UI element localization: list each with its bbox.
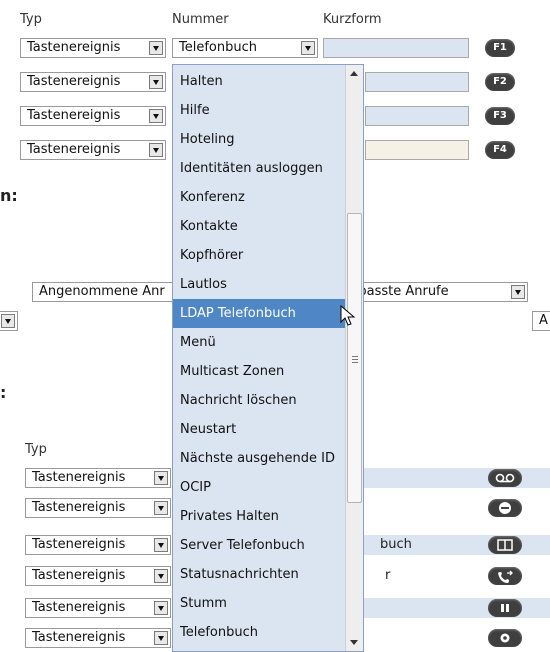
type-select[interactable]: Tastenereignis — [20, 140, 166, 160]
section-heading: : — [0, 383, 7, 402]
grip-icon — [352, 362, 358, 363]
type-select[interactable]: Tastenereignis — [25, 468, 171, 488]
partial-select-right[interactable]: A — [532, 311, 550, 331]
dropdown-option[interactable]: Menü — [173, 328, 363, 357]
function-key-badge: F3 — [485, 107, 515, 125]
scroll-down-arrow-icon[interactable] — [350, 640, 358, 645]
dropdown-option[interactable]: Konferenz — [173, 183, 363, 212]
dropdown-option[interactable]: Lautlos — [173, 270, 363, 299]
mouse-pointer-icon — [340, 305, 356, 326]
voicemail-icon — [488, 469, 522, 487]
pause-icon — [488, 599, 522, 617]
do-not-disturb-icon — [488, 499, 522, 517]
short-form-input[interactable] — [323, 38, 469, 58]
chevron-down-icon[interactable] — [149, 109, 163, 123]
chevron-down-icon[interactable] — [154, 601, 168, 615]
dropdown-option[interactable]: Hoteling — [173, 125, 363, 154]
row-value-text: r — [385, 568, 391, 583]
dropdown-option[interactable]: LDAP Telefonbuch — [173, 299, 363, 328]
function-key-badge: F4 — [485, 141, 515, 159]
call-history-select-value: Angenommene Anr — [39, 284, 165, 299]
type-select-value: Tastenereignis — [27, 74, 121, 89]
number-select[interactable]: Telefonbuch — [172, 38, 318, 58]
type-select-value: Tastenereignis — [32, 630, 126, 645]
dropdown-option[interactable]: Hilfe — [173, 96, 363, 125]
grip-icon — [352, 356, 358, 357]
type-select-value: Tastenereignis — [32, 568, 126, 583]
column-header-typ-lower: Typ — [25, 442, 47, 457]
function-key-badge: F1 — [485, 39, 515, 57]
dropdown-option[interactable]: Privates Halten — [173, 502, 363, 531]
type-select-value: Tastenereignis — [32, 470, 126, 485]
call-history-select-value: rpasste Anrufe — [353, 284, 449, 299]
type-select[interactable]: Tastenereignis — [20, 38, 166, 58]
type-select[interactable]: Tastenereignis — [20, 106, 166, 126]
chevron-down-icon[interactable] — [154, 569, 168, 583]
dropdown-option[interactable]: Kontakte — [173, 212, 363, 241]
dropdown-option[interactable]: Halten — [173, 67, 363, 96]
number-select-value: Telefonbuch — [179, 40, 257, 55]
chevron-down-icon[interactable] — [154, 631, 168, 645]
type-select[interactable]: Tastenereignis — [25, 498, 171, 518]
scrollbar-thumb[interactable] — [347, 213, 362, 503]
chevron-down-icon[interactable] — [149, 75, 163, 89]
dropdown-scrollbar[interactable] — [345, 65, 363, 651]
type-select-value: Tastenereignis — [32, 500, 126, 515]
chevron-down-icon[interactable] — [154, 501, 168, 515]
dropdown-option[interactable]: Server Telefonbuch — [173, 531, 363, 560]
section-heading: n: — [0, 186, 18, 205]
chevron-down-icon[interactable] — [301, 41, 315, 55]
dropdown-option[interactable]: Neustart — [173, 415, 363, 444]
type-select[interactable]: Tastenereignis — [25, 598, 171, 618]
dropdown-option[interactable]: Stumm — [173, 589, 363, 618]
grip-icon — [352, 359, 358, 360]
partial-select-left[interactable] — [0, 311, 18, 331]
number-dropdown-list[interactable]: Halten Hilfe Hoteling Identitäten ausloggen… — [172, 64, 364, 652]
short-form-input[interactable] — [365, 140, 469, 160]
type-select[interactable]: Tastenereignis — [20, 72, 166, 92]
dropdown-option[interactable]: Nachricht löschen — [173, 386, 363, 415]
call-history-select-right[interactable]: rpasste Anrufe — [352, 282, 528, 302]
short-form-input[interactable] — [365, 72, 469, 92]
short-form-input[interactable] — [365, 106, 469, 126]
type-select-value: Tastenereignis — [27, 142, 121, 157]
scroll-up-arrow-icon[interactable] — [350, 71, 358, 76]
dropdown-option[interactable]: Multicast Zonen — [173, 357, 363, 386]
chevron-down-icon[interactable] — [1, 314, 15, 328]
dropdown-option[interactable]: Nächste ausgehende ID — [173, 444, 363, 473]
function-key-badge: F2 — [485, 73, 515, 91]
call-forward-icon — [488, 567, 522, 585]
type-select-value: Tastenereignis — [27, 40, 121, 55]
dropdown-option[interactable]: Statusnachrichten — [173, 560, 363, 589]
dropdown-option[interactable]: Identitäten ausloggen — [173, 154, 363, 183]
settings-icon — [488, 629, 522, 647]
row-value-text: buch — [380, 537, 412, 552]
chevron-down-icon[interactable] — [511, 285, 525, 299]
type-select[interactable]: Tastenereignis — [25, 535, 171, 555]
column-header-nummer: Nummer — [172, 12, 229, 27]
dropdown-option[interactable]: Kopfhörer — [173, 241, 363, 270]
type-select[interactable]: Tastenereignis — [25, 566, 171, 586]
column-header-kurzform: Kurzform — [323, 12, 382, 27]
dropdown-option[interactable]: Telefonbuch — [173, 618, 363, 647]
type-select-value: Tastenereignis — [32, 537, 126, 552]
chevron-down-icon[interactable] — [149, 143, 163, 157]
column-header-typ: Typ — [20, 12, 42, 27]
phonebook-icon — [488, 536, 522, 554]
type-select-value: Tastenereignis — [27, 108, 121, 123]
type-select-value: Tastenereignis — [32, 600, 126, 615]
dropdown-option[interactable]: OCIP — [173, 473, 363, 502]
partial-select-value: A — [539, 313, 548, 328]
type-select[interactable]: Tastenereignis — [25, 628, 171, 648]
call-history-select-left[interactable]: Angenommene Anr — [32, 282, 178, 302]
chevron-down-icon[interactable] — [154, 471, 168, 485]
chevron-down-icon[interactable] — [154, 538, 168, 552]
chevron-down-icon[interactable] — [149, 41, 163, 55]
